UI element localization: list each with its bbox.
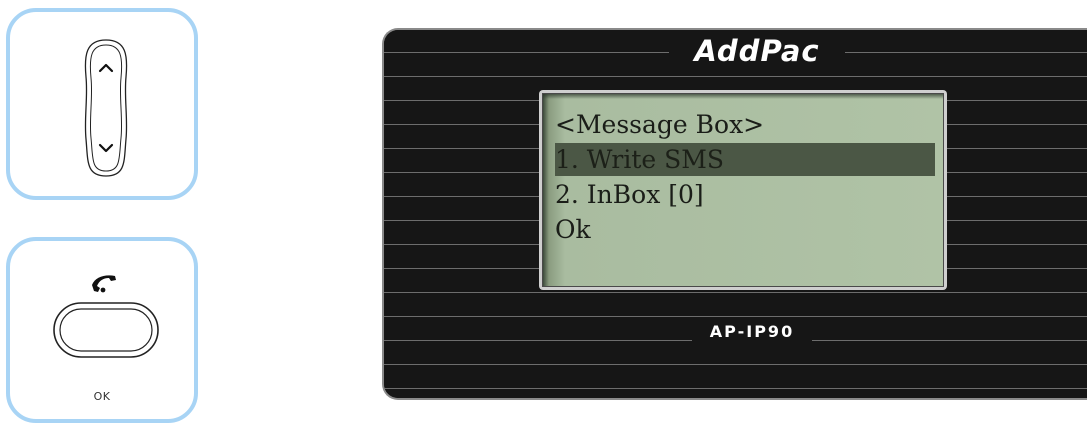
- navigation-key-panel: [6, 8, 198, 200]
- lcd-menu-item-write-sms[interactable]: 1. Write SMS: [555, 143, 935, 176]
- brand-logo: AddPac: [669, 34, 845, 68]
- ok-key-label: OK: [93, 390, 111, 403]
- lcd-frame: <Message Box> 1. Write SMS 2. InBox [0] …: [539, 90, 947, 290]
- chevron-down-icon[interactable]: [98, 143, 114, 153]
- lcd-menu-title: <Message Box>: [555, 110, 765, 139]
- up-down-rocker-key[interactable]: [80, 37, 132, 179]
- model-label: AP-IP90: [692, 322, 812, 341]
- chevron-up-icon[interactable]: [98, 63, 114, 73]
- ok-button[interactable]: [52, 301, 160, 359]
- ok-key-panel: OK: [6, 237, 198, 423]
- lcd-menu-item-inbox[interactable]: 2. InBox [0]: [555, 178, 935, 211]
- phone-display-body: AddPac <Message Box> 1. Write SMS 2. InB…: [382, 28, 1087, 400]
- lcd-screen: <Message Box> 1. Write SMS 2. InBox [0] …: [542, 93, 944, 287]
- phone-handset-icon: [92, 275, 116, 293]
- lcd-softkey-ok[interactable]: Ok: [555, 213, 935, 246]
